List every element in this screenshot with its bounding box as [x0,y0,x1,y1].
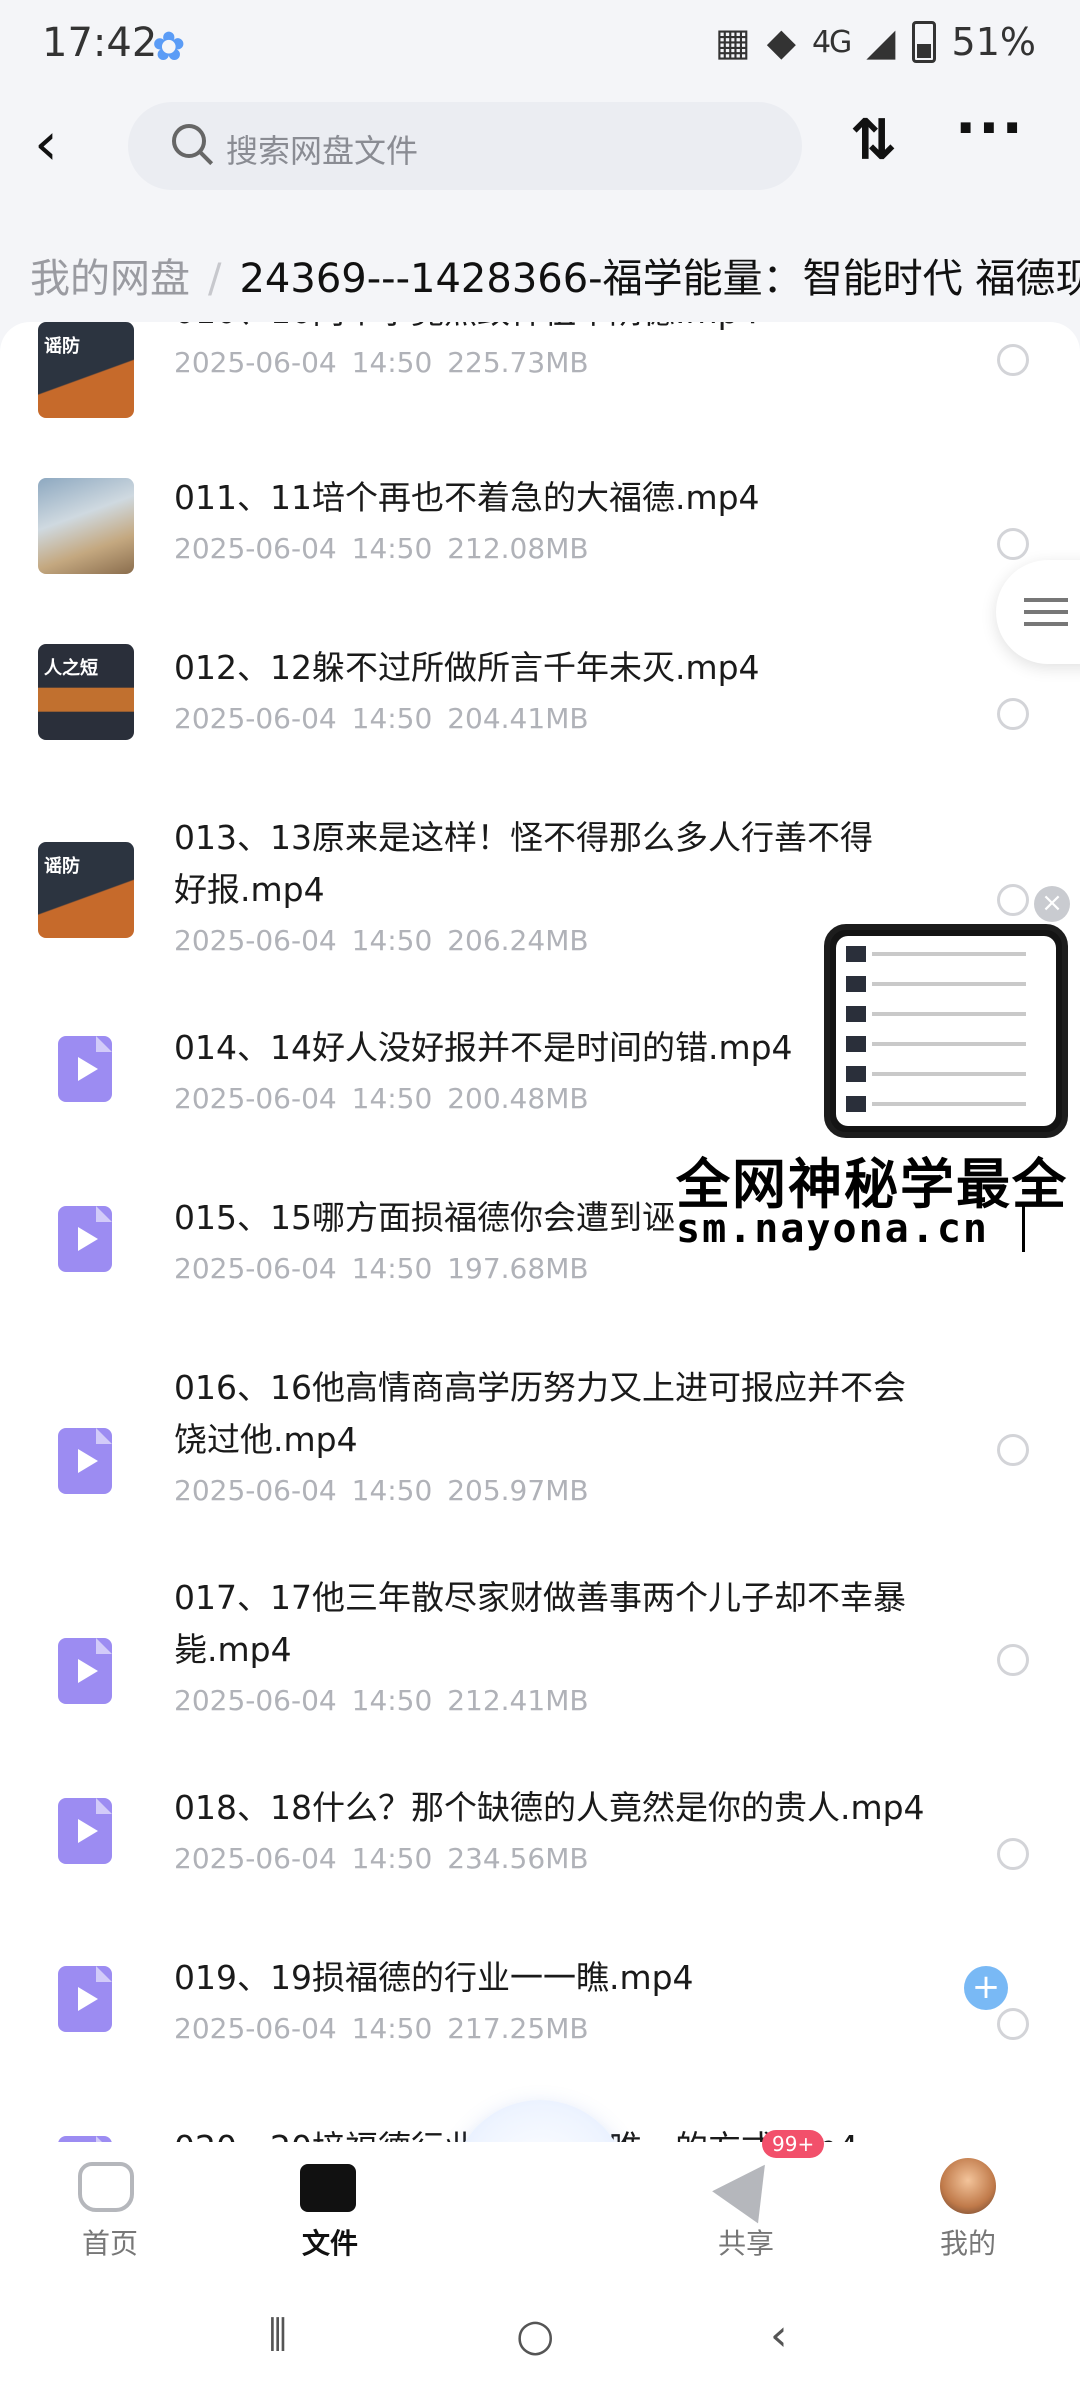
tab-label: 我的 [939,2227,996,2260]
preview-thumb [846,946,866,962]
file-meta: 2025-06-04 14:50 212.41MB [174,1684,589,1717]
search-icon [172,124,206,158]
network-label: 4G [811,24,852,60]
system-nav: ⦀ ○ ‹ [0,2274,1080,2401]
file-name: 019、19损福德的行业一一瞧.mp4 [174,1958,694,1997]
share-icon [712,2148,788,2224]
file-name: 011、11培个再也不着急的大福德.mp4 [174,478,760,517]
status-time: 17:42 [42,20,158,66]
preview-screen [836,936,1056,1126]
floating-preview-window[interactable] [824,924,1068,1138]
watermark-url: sm.nayona.cn [676,1206,989,1252]
sort-icon[interactable]: ⇅ [850,108,897,173]
close-icon[interactable]: × [1034,886,1070,922]
file-meta: 2025-06-04 14:50 206.24MB [174,924,589,957]
wifi-icon: ◆ [766,20,796,64]
file-name: 013、13原来是这样！怪不得那么多人行善不得好报.mp4 [174,818,873,909]
file-thumbnail: 谣防 [38,322,134,418]
preview-row [872,1072,1026,1076]
preview-thumb [846,976,866,992]
preview-thumb [846,1006,866,1022]
breadcrumb-root[interactable]: 我的网盘 [30,256,190,302]
file-meta: 2025-06-04 14:50 234.56MB [174,1842,589,1875]
tab-label: 文件 [301,2227,358,2260]
more-icon[interactable]: ··· [955,96,1025,161]
preview-row [872,982,1026,986]
video-file-icon [58,1638,112,1704]
file-name: 016、16他高情商高学历努力又上进可报应并不会饶过他.mp4 [174,1368,906,1459]
file-meta: 2025-06-04 14:50 200.48MB [174,1082,589,1115]
bottom-nav: 首页 文件 99+ 共享 我的 [0,2130,1080,2274]
select-radio[interactable] [997,2008,1029,2040]
select-radio[interactable] [997,1434,1029,1466]
text-caret [1022,1204,1025,1252]
preview-thumb [846,1066,866,1082]
file-name: 010、10两个字竟然致祥祖辈阴德.mp4 [174,322,934,338]
file-meta: 2025-06-04 14:50 197.68MB [174,1252,589,1285]
menu-icon [1024,598,1068,602]
file-name: 014、14好人没好报并不是时间的错.mp4 [174,1028,793,1067]
add-button[interactable]: + [964,1966,1008,2010]
preview-thumb [846,1036,866,1052]
file-name: 017、17他三年散尽家财做善事两个儿子却不幸暴毙.mp4 [174,1578,906,1669]
select-radio[interactable] [997,528,1029,560]
thumb-text: 谣防 [44,336,80,357]
video-file-icon [58,1036,112,1102]
signal-icon: ◢ [866,20,896,64]
notification-badge: 99+ [762,2130,825,2158]
file-meta: 2025-06-04 14:50 225.73MB [174,346,589,379]
preview-thumb [846,1096,866,1112]
tab-label: 共享 [717,2227,774,2260]
home-button-icon[interactable]: ○ [516,2310,554,2361]
file-name: 012、12躲不过所做所言千年未灭.mp4 [174,648,760,687]
battery-icon [911,21,936,63]
folder-icon [300,2164,356,2212]
breadcrumb-separator: / [208,256,222,302]
recent-apps-icon[interactable]: ⦀ [268,2310,287,2361]
preview-row [872,1012,1026,1016]
chevron-left-icon[interactable]: ‹ [34,114,58,174]
file-meta: 2025-06-04 14:50 212.08MB [174,532,589,565]
file-name: 018、18什么？那个缺德的人竟然是你的贵人.mp4 [174,1788,925,1827]
select-radio[interactable] [997,698,1029,730]
avatar [940,2158,996,2214]
menu-icon-line [1024,622,1068,626]
file-meta: 2025-06-04 14:50 204.41MB [174,702,589,735]
tab-label: 首页 [81,2227,138,2260]
select-radio[interactable] [997,1644,1029,1676]
video-file-icon [58,1966,112,2032]
file-thumbnail: 人之短 [38,644,134,740]
search-input[interactable]: 搜索网盘文件 [128,102,802,190]
video-file-icon [58,1428,112,1494]
back-icon[interactable]: ‹ [770,2310,788,2361]
qr-icon: ▦ [714,20,751,64]
file-thumbnail: 谣防 [38,842,134,938]
status-right: ▦ ◆ 4G ◢ 51% [715,20,1036,64]
status-bar: 17:42 ✿ ▦ ◆ 4G ◢ 51% [0,0,1080,96]
file-meta: 2025-06-04 14:50 205.97MB [174,1474,589,1507]
video-file-icon [58,1206,112,1272]
preview-row [872,1042,1026,1046]
file-thumbnail [38,478,134,574]
select-radio[interactable] [997,1838,1029,1870]
thumb-text: 人之短 [44,658,98,679]
breadcrumb: 我的网盘 / 24369---1428366-福学能量：智能时代 福德现 [30,246,1080,302]
menu-icon-line [1024,610,1068,614]
home-icon [78,2162,134,2212]
battery-percent: 51% [951,20,1036,64]
preview-row [872,952,1026,956]
file-meta: 2025-06-04 14:50 217.25MB [174,2012,589,2045]
cloud-app-icon: ✿ [152,24,186,70]
search-placeholder: 搜索网盘文件 [226,132,419,170]
video-file-icon [58,1798,112,1864]
select-radio[interactable] [997,884,1029,916]
thumb-text: 谣防 [44,856,80,877]
top-bar: ‹ 搜索网盘文件 ⇅ ··· [0,96,1080,200]
breadcrumb-current: 24369---1428366-福学能量：智能时代 福德现 [239,256,1080,302]
preview-row [872,1102,1026,1106]
select-radio[interactable] [997,344,1029,376]
